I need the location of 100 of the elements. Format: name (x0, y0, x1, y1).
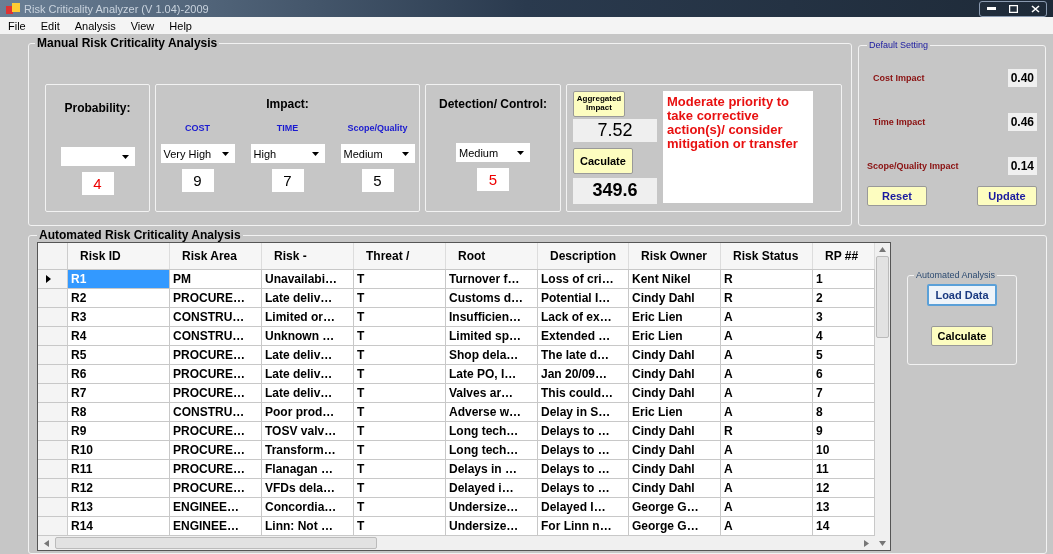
menu-item[interactable]: Help (169, 19, 192, 32)
weight-field[interactable]: 0.46 (1007, 113, 1037, 131)
scroll-thumb[interactable] (55, 537, 377, 549)
table-cell: T (354, 289, 446, 307)
scroll-up-icon (879, 247, 886, 252)
table-cell: R1 (68, 270, 170, 288)
total-value: 349.6 (573, 177, 657, 204)
table-cell: CONSTRU… (170, 308, 262, 326)
table-cell: ENGINEE… (170, 517, 262, 535)
horizontal-scrollbar[interactable] (38, 536, 875, 550)
column-header[interactable]: Root (446, 243, 538, 269)
menu-item[interactable]: File (8, 19, 26, 32)
table-cell: A (721, 498, 813, 516)
weight-label: Cost Impact (872, 73, 925, 83)
table-cell: T (354, 403, 446, 421)
group-title: Default Setting (868, 40, 930, 50)
column-header[interactable]: Risk - (262, 243, 354, 269)
score-field: 4 (81, 172, 114, 195)
caret-icon (121, 154, 129, 159)
dropdown[interactable]: Medium (340, 144, 415, 163)
table-cell: Cindy Dahl (629, 422, 721, 440)
column-header[interactable]: Risk Area (170, 243, 262, 269)
settings-button[interactable]: Update (977, 186, 1037, 206)
table-cell: R7 (68, 384, 170, 402)
scroll-right-icon (864, 539, 869, 547)
settings-button[interactable]: Reset (867, 186, 927, 206)
table-cell: T (354, 327, 446, 345)
table-cell: R5 (68, 346, 170, 364)
column-header[interactable]: Risk Status (721, 243, 813, 269)
table-cell: Kent Nikel (629, 270, 721, 288)
dropdown[interactable]: Very High (160, 144, 235, 163)
table-cell: Eric Lien (629, 308, 721, 326)
table-cell: Delayed i… (446, 479, 538, 497)
column-header[interactable]: Description (538, 243, 629, 269)
scroll-thumb[interactable] (876, 256, 889, 338)
table-cell: T (354, 384, 446, 402)
table-cell: T (354, 422, 446, 440)
table-cell: Cindy Dahl (629, 384, 721, 402)
score-button[interactable]: Caculate (573, 147, 633, 174)
column-header[interactable]: Threat / (354, 243, 446, 269)
weight-field[interactable]: 0.14 (1007, 157, 1037, 175)
table-cell: R (721, 289, 813, 307)
table-cell: Extended … (538, 327, 629, 345)
table-cell: Loss of cri… (538, 270, 629, 288)
table-cell: Undersize… (446, 498, 538, 516)
table-cell: Concordia… (262, 498, 354, 516)
table-cell: Delay in S… (538, 403, 629, 421)
menu-item[interactable]: Edit (40, 19, 60, 32)
impact-label: TIME (276, 123, 299, 133)
table-cell: PROCURE… (170, 460, 262, 478)
table-cell: R13 (68, 498, 170, 516)
table-cell: A (721, 403, 813, 421)
caret-icon (517, 150, 524, 155)
table-cell: T (354, 308, 446, 326)
maximize-icon (1008, 4, 1018, 13)
table-cell: Long tech… (446, 422, 538, 440)
table-cell: R14 (68, 517, 170, 535)
table-cell: A (721, 460, 813, 478)
menu-item[interactable]: View (130, 19, 155, 32)
column-header[interactable]: Risk Owner (629, 243, 721, 269)
table-cell: Poor prod… (262, 403, 354, 421)
aggregated-impact-button[interactable]: Aggregated Impact (573, 91, 625, 117)
table-cell: Late deliv… (262, 346, 354, 364)
table-cell: T (354, 479, 446, 497)
vertical-scrollbar[interactable] (875, 243, 890, 550)
dropdown[interactable] (60, 147, 135, 166)
panel-button[interactable]: Load Data (927, 284, 997, 306)
dropdown[interactable]: Medium (456, 143, 530, 162)
table-cell: R12 (68, 479, 170, 497)
table-cell: Late deliv… (262, 365, 354, 383)
table-cell: CONSTRU… (170, 403, 262, 421)
table-cell: Delays to … (538, 422, 629, 440)
table-cell: PROCURE… (170, 346, 262, 364)
table-cell: R2 (68, 289, 170, 307)
row-header[interactable] (38, 270, 68, 288)
dropdown[interactable]: High (250, 144, 325, 163)
table-cell: Limited sp… (446, 327, 538, 345)
column-header[interactable]: Risk ID (68, 243, 170, 269)
menu-item[interactable]: Analysis (74, 19, 116, 32)
table-cell: A (721, 346, 813, 364)
table-cell: T (354, 517, 446, 535)
window-title: Risk Criticality Analyzer (V 1.04)-2009 (24, 2, 209, 15)
scroll-down-icon (879, 541, 886, 546)
table-cell: R8 (68, 403, 170, 421)
score-field: 7 (271, 169, 304, 192)
table-cell: T (354, 346, 446, 364)
table-cell: T (354, 365, 446, 383)
weight-label: Time Impact (872, 117, 926, 127)
table-cell: R6 (68, 365, 170, 383)
caret-icon (401, 151, 409, 156)
panel-button[interactable]: Calculate (930, 326, 994, 346)
table-cell: Cindy Dahl (629, 460, 721, 478)
table-cell: Cindy Dahl (629, 346, 721, 364)
weight-label: Scope/Quality Impact (867, 161, 959, 171)
weight-field[interactable]: 0.40 (1007, 69, 1037, 87)
close-icon (1030, 4, 1040, 13)
table-cell: T (354, 460, 446, 478)
table-cell: Delays to … (538, 479, 629, 497)
table-cell: Cindy Dahl (629, 441, 721, 459)
table-cell: Late deliv… (262, 289, 354, 307)
